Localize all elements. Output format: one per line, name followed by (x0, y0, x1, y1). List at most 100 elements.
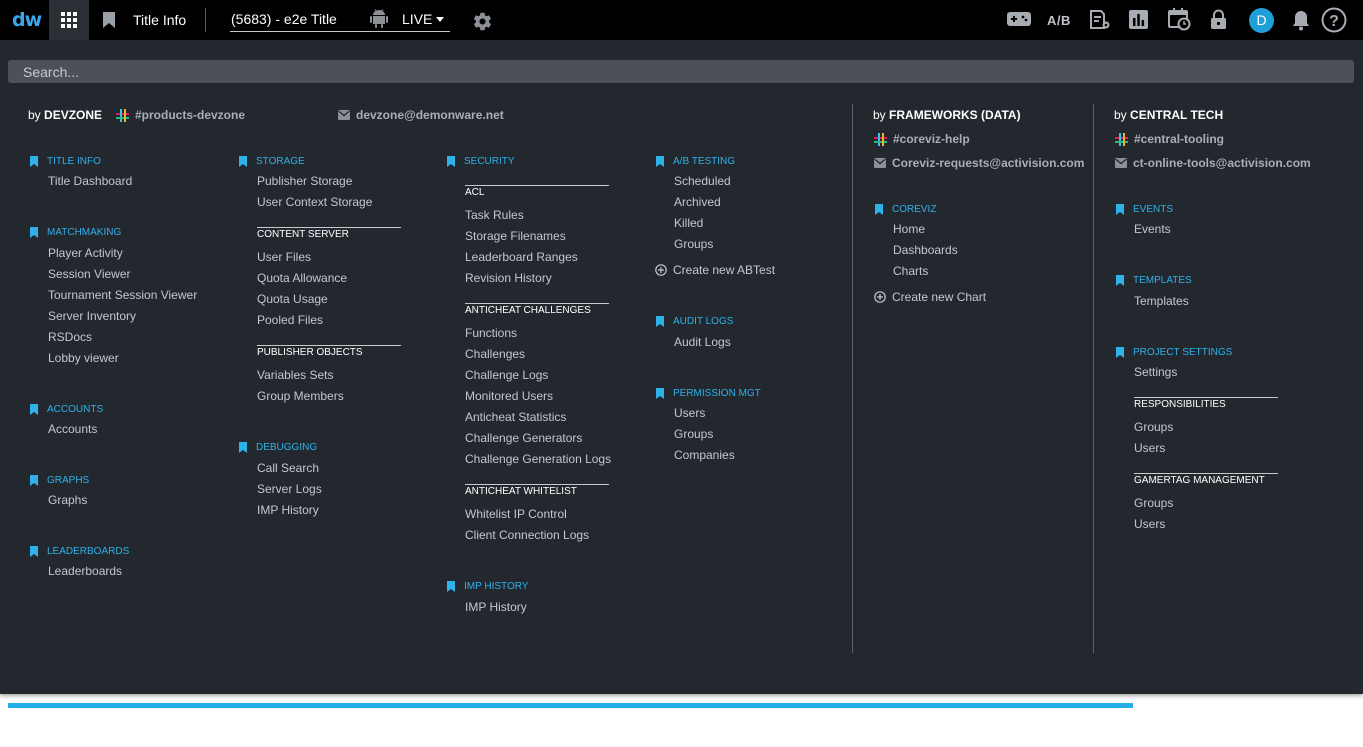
slack-channel-devzone[interactable]: #products-devzone (116, 108, 245, 122)
link-user-context-storage[interactable]: User Context Storage (257, 195, 372, 209)
section-audit-logs[interactable]: AUDIT LOGS (656, 316, 733, 327)
apps-menu-panel: by DEVZONE #products-devzone devzone@dem… (0, 40, 1363, 694)
section-title-info[interactable]: TITLE INFO (30, 156, 101, 167)
link-permission-groups[interactable]: Groups (674, 427, 713, 441)
email-devzone[interactable]: devzone@demonware.net (338, 108, 504, 122)
gear-icon[interactable] (472, 11, 493, 32)
link-permission-users[interactable]: Users (674, 406, 705, 420)
link-lobby-viewer[interactable]: Lobby viewer (48, 351, 119, 365)
link-leaderboard-ranges[interactable]: Leaderboard Ranges (465, 250, 578, 264)
link-coreviz-charts[interactable]: Charts (893, 264, 928, 278)
link-storage-filenames[interactable]: Storage Filenames (465, 229, 566, 243)
link-imp-history-debug[interactable]: IMP History (257, 503, 319, 517)
section-events[interactable]: EVENTS (1116, 204, 1173, 215)
link-quota-usage[interactable]: Quota Usage (257, 292, 328, 306)
slack-channel-central[interactable]: #central-tooling (1115, 132, 1224, 146)
section-label: LEADERBOARDS (47, 546, 130, 557)
link-coreviz-dashboards[interactable]: Dashboards (893, 243, 958, 257)
link-challenge-logs[interactable]: Challenge Logs (465, 368, 548, 382)
link-gamertag-groups[interactable]: Groups (1134, 496, 1173, 510)
bell-icon[interactable] (1292, 10, 1310, 31)
link-challenges[interactable]: Challenges (465, 347, 525, 361)
section-debugging[interactable]: DEBUGGING (239, 442, 317, 453)
gamepad-icon[interactable] (1007, 12, 1031, 26)
link-variables-sets[interactable]: Variables Sets (257, 368, 333, 382)
link-imp-history[interactable]: IMP History (465, 600, 527, 614)
section-coreviz[interactable]: COREVIZ (875, 204, 936, 215)
link-graphs[interactable]: Graphs (48, 493, 87, 507)
link-server-logs[interactable]: Server Logs (257, 482, 322, 496)
link-responsibilities-users[interactable]: Users (1134, 441, 1165, 455)
section-leaderboards[interactable]: LEADERBOARDS (30, 546, 129, 557)
slack-icon (874, 132, 887, 146)
section-storage[interactable]: STORAGE (239, 156, 305, 167)
link-call-search[interactable]: Call Search (257, 461, 319, 475)
link-scheduled[interactable]: Scheduled (674, 174, 731, 188)
help-icon[interactable]: ? (1321, 7, 1347, 33)
create-chart-button[interactable]: Create new Chart (874, 290, 986, 304)
link-challenge-generators[interactable]: Challenge Generators (465, 431, 582, 445)
section-project-settings[interactable]: PROJECT SETTINGS (1116, 347, 1232, 358)
title-selector[interactable]: (5683) - e2e Title LIVE (230, 0, 450, 32)
create-abtest-button[interactable]: Create new ABTest (655, 263, 775, 277)
title-info-link[interactable]: Title Info (133, 12, 186, 28)
logo[interactable]: dw (12, 9, 42, 31)
search-bar[interactable] (8, 60, 1354, 83)
link-coreviz-home[interactable]: Home (893, 222, 925, 236)
email-central[interactable]: ct-online-tools@activision.com (1115, 156, 1311, 170)
link-session-viewer[interactable]: Session Viewer (48, 267, 131, 281)
link-audit-logs[interactable]: Audit Logs (674, 335, 731, 349)
link-challenge-generation-logs[interactable]: Challenge Generation Logs (465, 452, 611, 466)
document-settings-icon[interactable] (1089, 9, 1111, 31)
link-server-inventory[interactable]: Server Inventory (48, 309, 136, 323)
section-security[interactable]: SECURITY (447, 156, 515, 167)
link-templates[interactable]: Templates (1134, 294, 1189, 308)
section-permission-mgt[interactable]: PERMISSION MGT (656, 388, 761, 399)
lock-icon[interactable] (1210, 9, 1227, 30)
section-matchmaking[interactable]: MATCHMAKING (30, 227, 121, 238)
link-player-activity[interactable]: Player Activity (48, 246, 123, 260)
bookmark-icon (656, 316, 664, 327)
search-input[interactable] (8, 60, 1354, 83)
link-user-files[interactable]: User Files (257, 250, 311, 264)
link-rsdocs[interactable]: RSDocs (48, 330, 92, 344)
bar-chart-icon[interactable] (1129, 10, 1148, 29)
link-quota-allowance[interactable]: Quota Allowance (257, 271, 347, 285)
link-group-members[interactable]: Group Members (257, 389, 344, 403)
link-pooled-files[interactable]: Pooled Files (257, 313, 323, 327)
link-companies[interactable]: Companies (674, 448, 735, 462)
link-client-connection-logs[interactable]: Client Connection Logs (465, 528, 589, 542)
apps-grid-button[interactable] (49, 0, 89, 40)
link-monitored-users[interactable]: Monitored Users (465, 389, 553, 403)
link-tournament-session-viewer[interactable]: Tournament Session Viewer (48, 288, 197, 302)
avatar[interactable]: D (1249, 8, 1274, 33)
bookmark-icon (656, 156, 664, 167)
link-ab-groups[interactable]: Groups (674, 237, 713, 251)
slack-channel-frameworks[interactable]: #coreviz-help (874, 132, 970, 146)
section-graphs[interactable]: GRAPHS (30, 475, 89, 486)
link-leaderboards[interactable]: Leaderboards (48, 564, 122, 578)
link-gamertag-users[interactable]: Users (1134, 517, 1165, 531)
section-accounts[interactable]: ACCOUNTS (30, 404, 103, 415)
title-name: (5683) - e2e Title (231, 11, 337, 27)
link-title-dashboard[interactable]: Title Dashboard (48, 174, 132, 188)
section-imp-history[interactable]: IMP HISTORY (447, 581, 528, 592)
email-frameworks[interactable]: Coreviz-requests@activision.com (874, 156, 1084, 170)
link-functions[interactable]: Functions (465, 326, 517, 340)
link-killed[interactable]: Killed (674, 216, 703, 230)
link-accounts[interactable]: Accounts (48, 422, 97, 436)
link-publisher-storage[interactable]: Publisher Storage (257, 174, 352, 188)
link-responsibilities-groups[interactable]: Groups (1134, 420, 1173, 434)
link-task-rules[interactable]: Task Rules (465, 208, 524, 222)
bookmark-icon[interactable] (102, 11, 116, 29)
link-revision-history[interactable]: Revision History (465, 271, 552, 285)
link-archived[interactable]: Archived (674, 195, 721, 209)
link-settings[interactable]: Settings (1134, 365, 1177, 379)
ab-testing-button[interactable]: A/B (1047, 13, 1071, 28)
calendar-clock-icon[interactable] (1168, 8, 1191, 31)
section-ab-testing[interactable]: A/B TESTING (656, 156, 735, 167)
link-whitelist-ip-control[interactable]: Whitelist IP Control (465, 507, 567, 521)
link-anticheat-statistics[interactable]: Anticheat Statistics (465, 410, 566, 424)
link-events[interactable]: Events (1134, 222, 1171, 236)
section-templates[interactable]: TEMPLATES (1116, 275, 1192, 286)
